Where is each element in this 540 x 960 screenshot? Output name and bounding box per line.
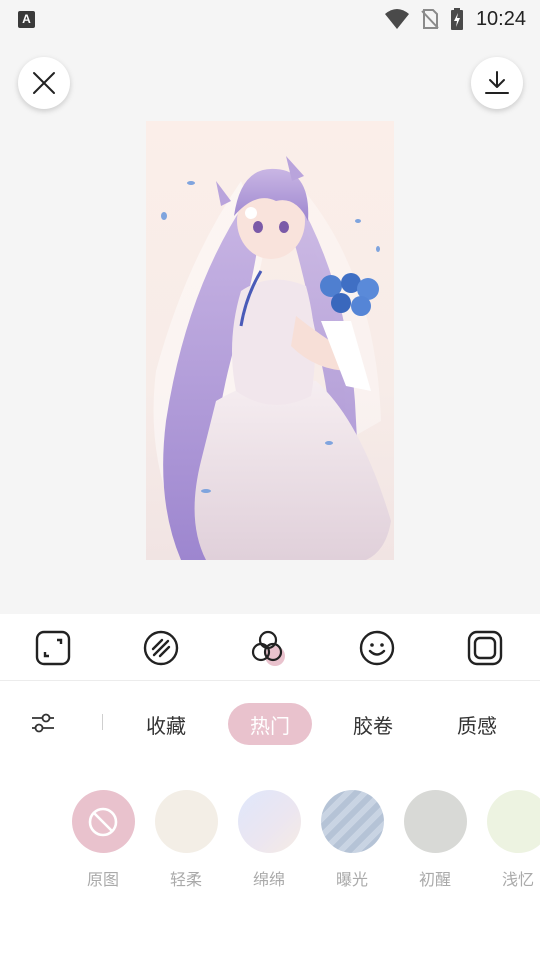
no-sim-icon [421, 9, 439, 29]
filter-swatch [403, 790, 467, 853]
filter-item-awaken[interactable]: 初醒 [403, 790, 467, 890]
crop-icon [35, 630, 71, 666]
sticker-tool-button[interactable] [357, 628, 397, 668]
filter-label: 浅忆 [501, 870, 534, 889]
diagonal-lines-icon [143, 630, 179, 666]
crop-tool-button[interactable] [33, 628, 73, 668]
close-button[interactable] [18, 57, 70, 109]
filter-swatch [237, 790, 301, 853]
tool-row [0, 614, 540, 681]
smiley-icon [359, 630, 395, 666]
status-bar: A 10:24 [0, 0, 540, 38]
filter-label: 初醒 [418, 870, 451, 889]
preview-image[interactable] [146, 121, 394, 560]
tab-texture[interactable]: 质感 [435, 703, 519, 745]
filter-label: 原图 [86, 870, 119, 889]
download-icon [485, 71, 509, 94]
filter-swatch [486, 790, 540, 853]
app-badge-icon: A [18, 10, 35, 28]
filter-circles-icon [251, 630, 285, 666]
filter-swatch [320, 790, 384, 853]
filter-tool-button[interactable] [249, 628, 289, 668]
filter-item-soft[interactable]: 轻柔 [154, 790, 218, 890]
close-icon [33, 72, 55, 94]
tab-film[interactable]: 胶卷 [331, 703, 415, 745]
battery-charging-icon [450, 8, 463, 30]
filter-item-memory[interactable]: 浅忆 [486, 790, 540, 890]
category-tabs: 收藏 热门 胶卷 质感 [0, 700, 540, 746]
filter-label: 轻柔 [169, 870, 202, 889]
none-icon [88, 807, 118, 836]
filter-label: 曝光 [335, 870, 368, 889]
download-button[interactable] [471, 57, 523, 109]
filter-swatch [154, 790, 218, 853]
effects-tool-button[interactable] [141, 628, 181, 668]
filter-swatch [71, 790, 135, 853]
tab-popular[interactable]: 热门 [228, 703, 312, 745]
tab-favorites[interactable]: 收藏 [124, 703, 208, 745]
filter-item-cotton[interactable]: 绵绵 [237, 790, 301, 890]
wifi-icon [384, 9, 409, 29]
edit-panel: 收藏 热门 胶卷 质感 原图 轻柔 绵绵 曝光 初醒 浅忆 [0, 614, 540, 960]
filter-item-exposure[interactable]: 曝光 [320, 790, 384, 890]
sliders-icon [32, 713, 54, 733]
adjust-button[interactable] [30, 710, 56, 736]
status-time: 10:24 [475, 7, 526, 30]
filter-item-original[interactable]: 原图 [71, 790, 135, 890]
filter-label: 绵绵 [252, 870, 285, 889]
filter-list: 原图 轻柔 绵绵 曝光 初醒 浅忆 [0, 790, 540, 890]
frame-tool-button[interactable] [465, 628, 505, 668]
tab-divider [102, 714, 103, 730]
frame-icon [467, 630, 503, 666]
